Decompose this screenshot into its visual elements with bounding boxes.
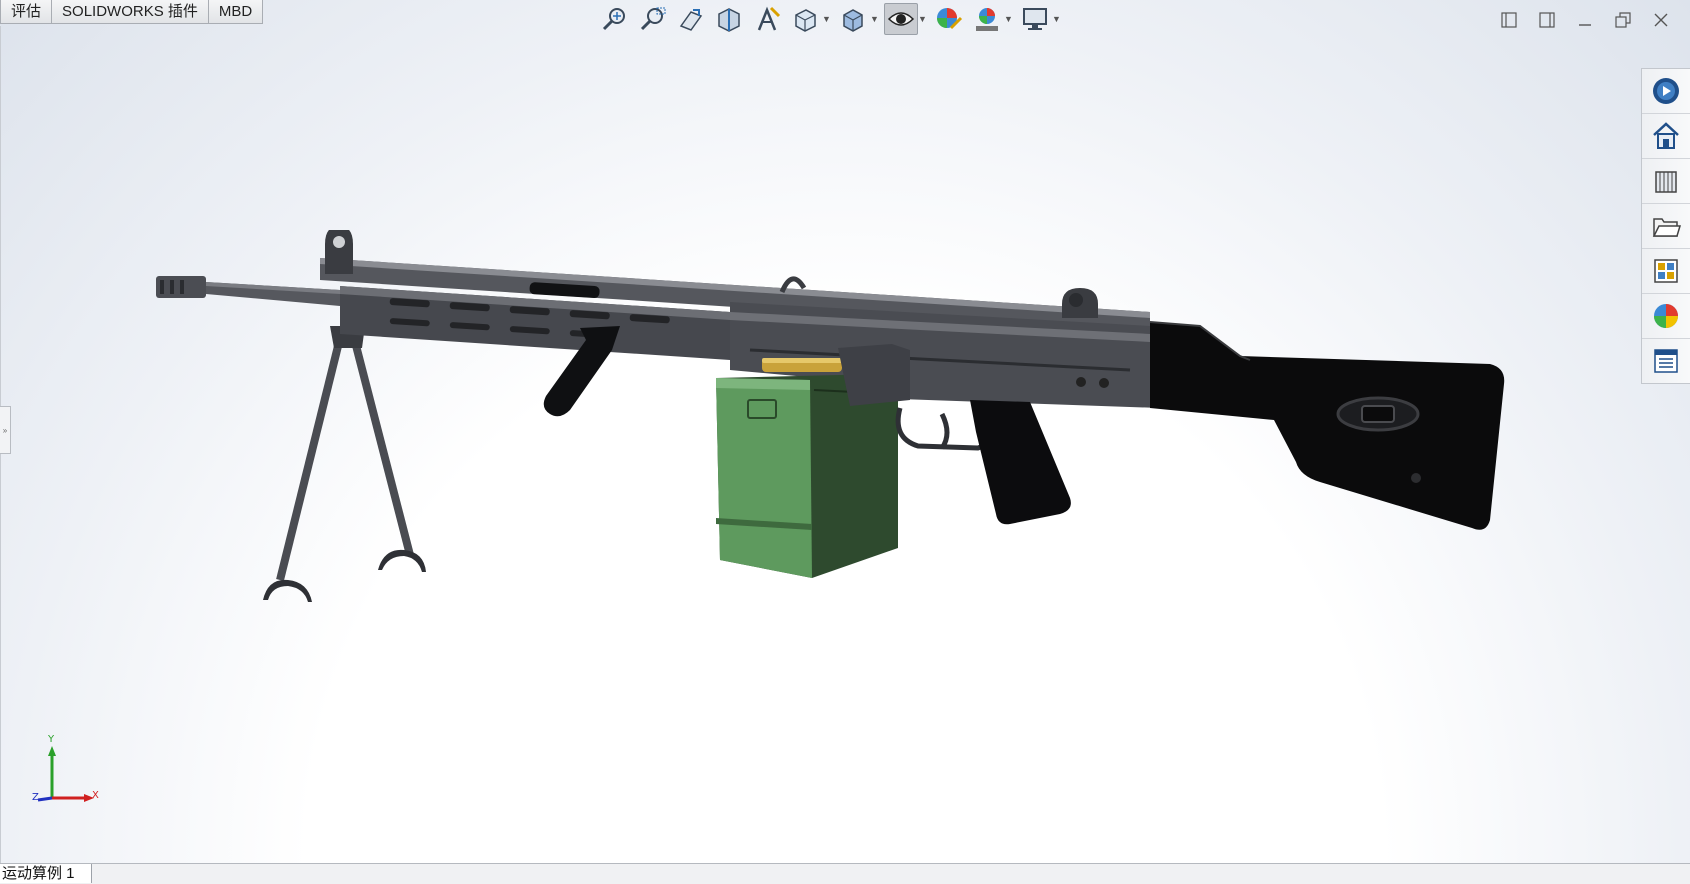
view-settings-icon[interactable] [1018,3,1052,35]
tab-motion-study-1[interactable]: 运动算例 1 [0,864,92,883]
chevron-down-icon[interactable]: ▼ [870,14,879,24]
rifle-assembly-model[interactable] [150,230,1520,670]
feature-manager-collapse-handle[interactable]: » [0,406,11,454]
edit-appearance-icon[interactable] [932,3,966,35]
pistol-grip[interactable] [895,400,1071,525]
window-controls [1490,6,1680,34]
barrel[interactable] [156,276,340,306]
hide-show-items-icon[interactable] [884,3,918,35]
command-manager-tabs: 评估 SOLIDWORKS 插件 MBD [0,0,264,25]
chevron-down-icon[interactable]: ▼ [1052,14,1061,24]
tab-mbd[interactable]: MBD [207,0,264,24]
triad-z-label: Z [32,792,39,803]
file-explorer-icon[interactable] [1642,159,1690,204]
feed-tray[interactable] [838,344,910,406]
triad-x-label: X [92,790,99,801]
chevron-down-icon[interactable]: ▼ [1004,14,1013,24]
tab-solidworks-addins[interactable]: SOLIDWORKS 插件 [51,0,209,24]
display-style-icon[interactable] [836,3,870,35]
triad-y-label: Y [48,734,55,745]
solidworks-resources-icon[interactable] [1642,69,1690,114]
zoom-to-area-icon[interactable] [636,3,670,35]
appearances-scenes-icon[interactable] [1642,294,1690,339]
view-palette-icon[interactable] [1642,249,1690,294]
bipod[interactable] [263,326,426,602]
chevron-down-icon[interactable]: ▼ [822,14,831,24]
tile-right-icon[interactable] [1528,6,1566,34]
view-orientation-icon[interactable] [788,3,822,35]
open-folder-icon[interactable] [1642,204,1690,249]
dynamic-annotation-views-icon[interactable] [750,3,784,35]
heads-up-view-toolbar: ▼ ▼ ▼ ▼ ▼ [598,2,1066,36]
ammo-belt[interactable] [762,358,842,372]
apply-scene-icon[interactable] [970,3,1004,35]
design-library-icon[interactable] [1642,114,1690,159]
ammo-box[interactable] [716,374,898,578]
zoom-to-fit-icon[interactable] [598,3,632,35]
restore-icon[interactable] [1604,6,1642,34]
tile-left-icon[interactable] [1490,6,1528,34]
task-pane [1641,68,1690,384]
section-view-icon[interactable] [712,3,746,35]
close-icon[interactable] [1642,6,1680,34]
previous-view-icon[interactable] [674,3,708,35]
tab-evaluate[interactable]: 评估 [0,0,53,24]
graphics-area[interactable]: Y X Z [0,0,1690,863]
buttstock[interactable] [1149,321,1505,530]
minimize-icon[interactable] [1566,6,1604,34]
chevron-right-icon: » [2,425,8,435]
chevron-down-icon[interactable]: ▼ [918,14,927,24]
model-tabs-bar: 运动算例 1 [0,863,1690,884]
custom-properties-icon[interactable] [1642,339,1690,383]
reference-triad: Y X Z [30,734,110,808]
